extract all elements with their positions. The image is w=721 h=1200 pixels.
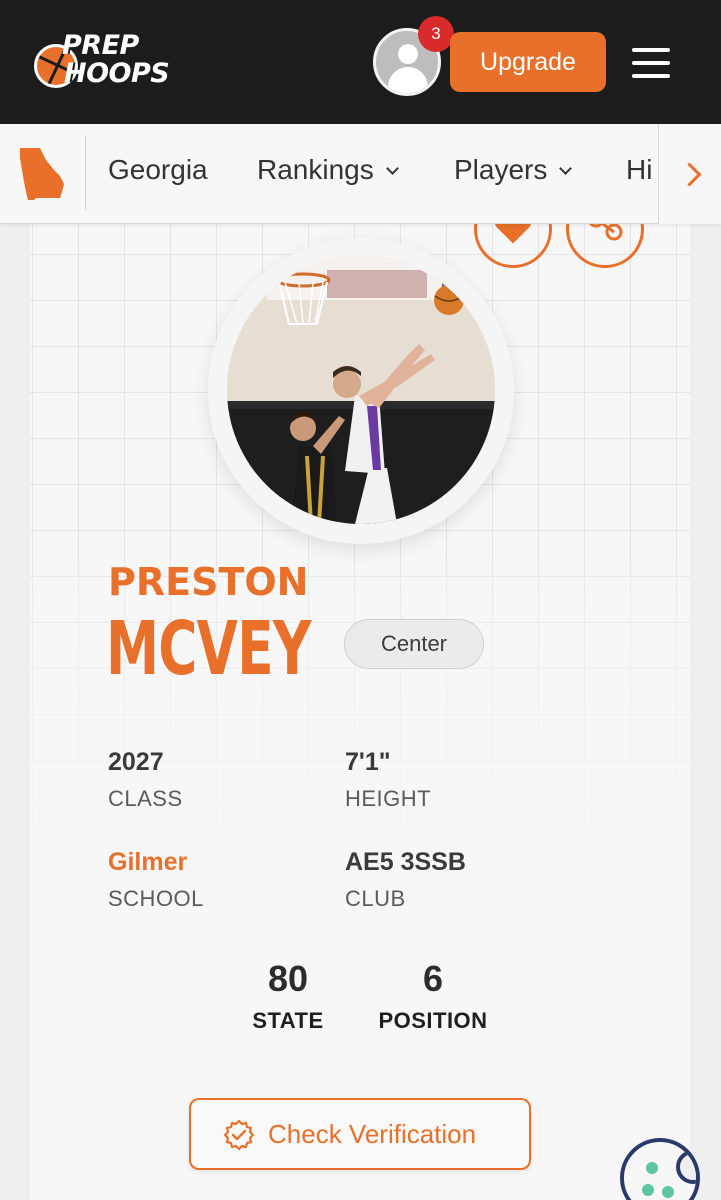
upgrade-button[interactable]: Upgrade — [450, 32, 606, 92]
state-rank-label: STATE — [252, 1008, 324, 1033]
nav-item-label: Hi — [626, 154, 653, 185]
georgia-state-icon[interactable] — [16, 146, 68, 202]
top-header: PREP HOOPS 3 Upgrade — [0, 0, 721, 124]
player-last-name: MCVEY — [106, 606, 311, 692]
verified-badge-icon — [223, 1119, 255, 1151]
hamburger-menu-icon[interactable] — [632, 48, 670, 78]
nav-item-rankings[interactable]: Rankings — [257, 154, 399, 186]
nav-item-label: Rankings — [257, 154, 374, 185]
logo-line-1: PREP — [62, 30, 139, 61]
check-verification-label: Check Verification — [268, 1119, 477, 1149]
player-profile-page: PREP HOOPS 3 Upgrade Georgia Rankings Pl… — [0, 0, 721, 1200]
club-value: AE5 3SSB — [345, 848, 466, 876]
nav-item-players[interactable]: Players — [454, 154, 573, 186]
position-rank-label: POSITION — [378, 1008, 488, 1033]
nav-item-georgia[interactable]: Georgia — [108, 154, 208, 186]
chevron-down-icon — [559, 162, 573, 175]
nav-item-highlights[interactable]: Hi — [626, 154, 659, 186]
state-rank-value: 80 — [267, 958, 309, 999]
logo-line-2: HOOPS — [64, 58, 170, 89]
height-value: 7'1" — [345, 748, 391, 776]
height-label: HEIGHT — [345, 786, 432, 811]
nav-item-label: Players — [454, 154, 548, 185]
chevron-down-icon — [385, 162, 399, 175]
notification-badge: 3 — [418, 16, 454, 52]
position-rank-value: 6 — [422, 958, 444, 999]
player-photo — [227, 256, 495, 524]
prep-hoops-logo[interactable]: PREP HOOPS — [28, 30, 183, 96]
school-link[interactable]: Gilmer — [108, 848, 187, 877]
club-label: CLUB — [345, 886, 406, 911]
nav-item-label: Georgia — [108, 154, 208, 185]
school-label: SCHOOL — [108, 886, 204, 911]
nav-scroll-right-button[interactable] — [658, 124, 721, 224]
position-badge: Center — [344, 619, 484, 669]
check-verification-button[interactable]: Check Verification — [189, 1098, 531, 1170]
class-value: 2027 — [108, 748, 164, 776]
player-first-name: PRESTON — [108, 560, 309, 604]
class-label: CLASS — [108, 786, 183, 811]
